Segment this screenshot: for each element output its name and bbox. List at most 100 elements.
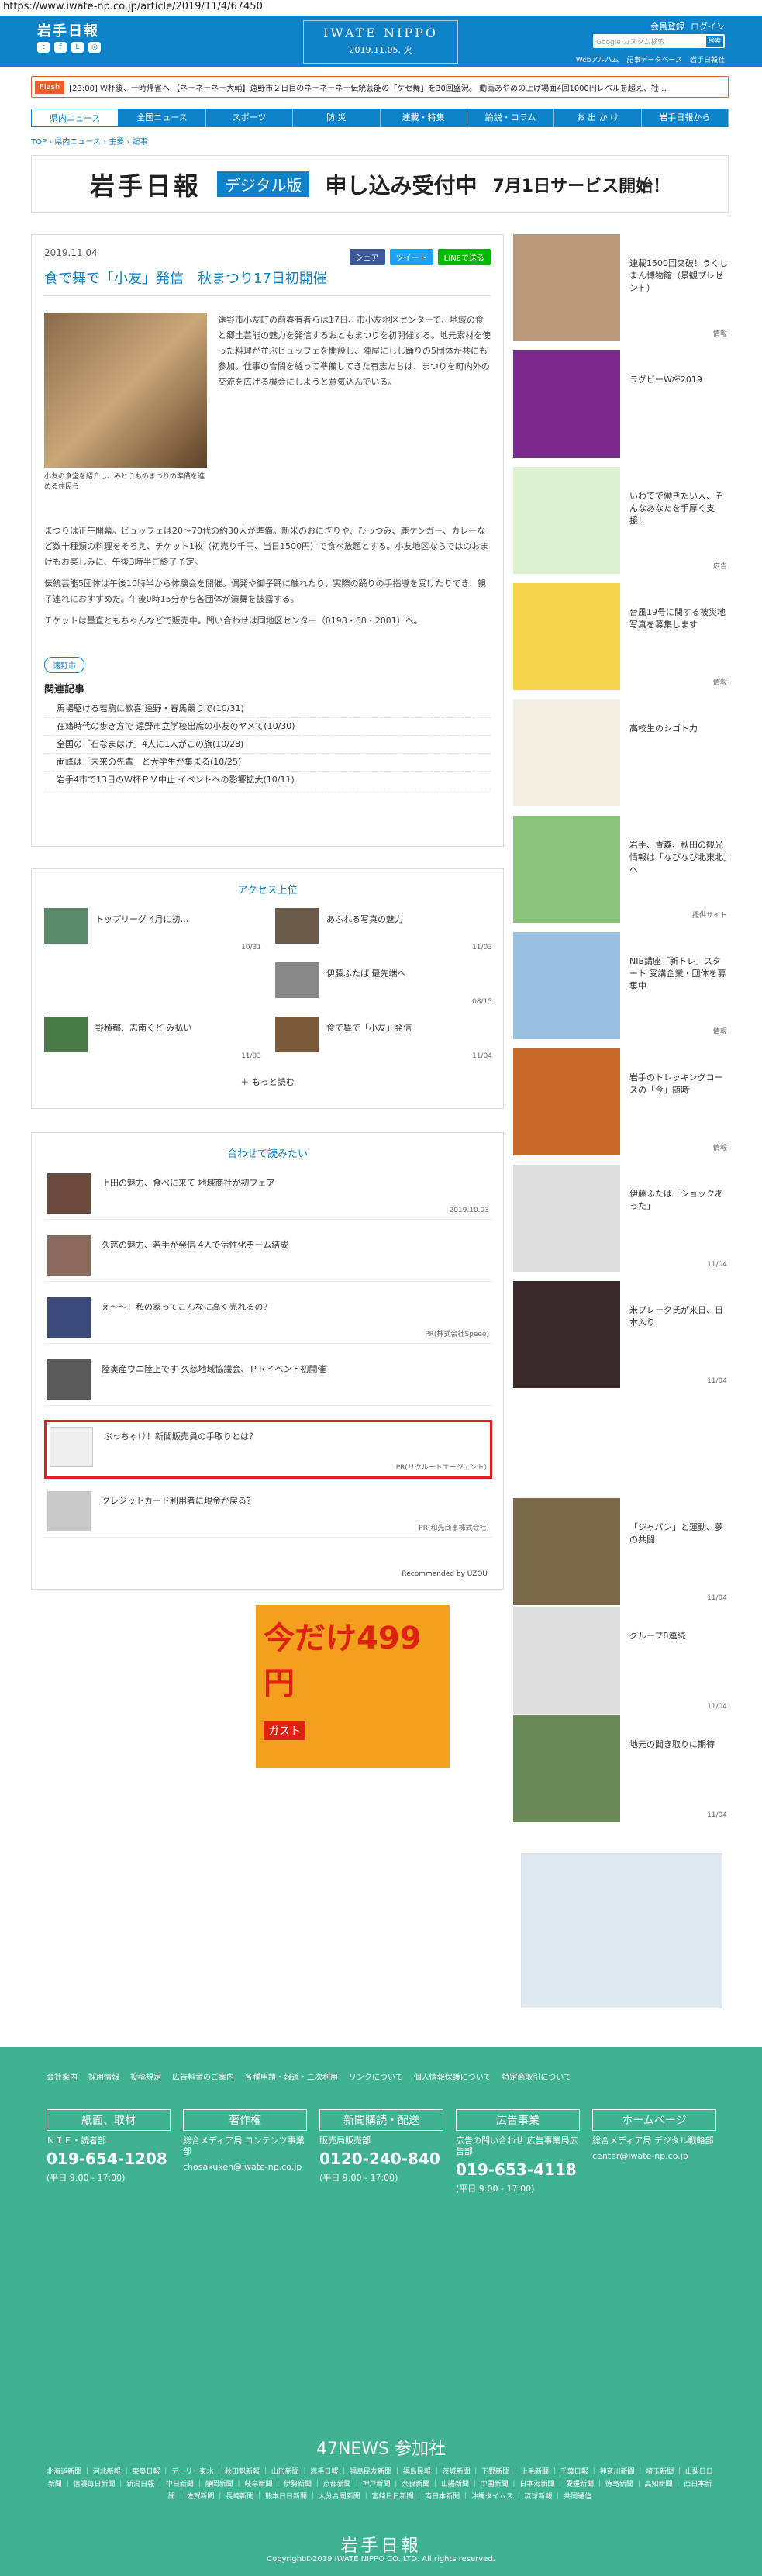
recommend-item[interactable]: 陸奥産ウニ陸上です 久慈地域協議会、ＰＲイベント初開催 <box>44 1355 492 1406</box>
url-bar[interactable]: https://www.iwate-np.co.jp/article/2019/… <box>0 0 762 16</box>
line-icon[interactable]: L <box>71 42 84 53</box>
tweet-button[interactable]: ツイート <box>389 249 433 265</box>
footer-link[interactable]: 各種申請・報道・二次利用 <box>245 2070 338 2082</box>
side-item[interactable]: 伊藤ふたば「ショックあった」 11/04 <box>513 1165 730 1273</box>
company-link[interactable]: 岩手日報社 <box>690 54 725 64</box>
rank-thumb <box>44 1017 88 1052</box>
recommend-title-text: 久慈の魅力、若手が発信 4人で活性化チーム結成 <box>102 1240 289 1250</box>
side-thumb <box>513 699 620 806</box>
flash-text[interactable]: [23:00] Ｗ杯後、一時帰省へ 【ネーネーネー大輔】遠野市２日目のネーネーネ… <box>69 81 667 93</box>
rank-item[interactable]: 野積都、志南くど み払い 11/03 <box>44 1017 261 1060</box>
tag-tono[interactable]: 遠野市 <box>44 657 84 673</box>
side-item[interactable]: 岩手、青森、秋田の観光情報は「なびなび北東北」へ 提供サイト <box>513 816 730 924</box>
side-item[interactable]: 「ジャパン」と運動、夢の共闘 11/04 <box>513 1498 730 1607</box>
site-logo[interactable]: 岩手日報 <box>37 20 99 40</box>
twitter-icon[interactable]: t <box>37 42 50 53</box>
recommend-item[interactable]: 上田の魅力、食べに来て 地域商社が初フェア 2019.10.03 <box>44 1169 492 1220</box>
related-item[interactable]: 馬場駆ける若駒に歓喜 遠野・春馬競りで(10/31) <box>44 700 491 718</box>
rank-title: 野積都、志南くど み払い <box>95 1023 192 1033</box>
rank-item[interactable]: 伊藤ふたば 最先端へ 08/15 <box>275 962 492 1006</box>
footer-col-label: 広告の問い合わせ 広告事業局広告部 <box>456 2136 578 2156</box>
facebook-share-button[interactable]: シェア <box>349 249 385 265</box>
footer-link[interactable]: 特定商取引について <box>502 2070 571 2082</box>
rank-item[interactable]: あふれる写真の魅力 11/03 <box>275 908 492 951</box>
footer-link[interactable]: 会社案内 <box>47 2070 78 2082</box>
recommend-title-text: クレジットカード利用者に現金が戻る？ <box>102 1496 255 1506</box>
footer-col-meta[interactable]: chosakuken@iwate-np.co.jp <box>183 2162 307 2173</box>
recommend-item[interactable]: 久慈の魅力、若手が発信 4人で活性化チーム結成 <box>44 1231 492 1282</box>
more-button[interactable]: ＋ もっと読む <box>32 1076 503 1088</box>
footer-link[interactable]: 採用情報 <box>88 2070 119 2082</box>
side-item[interactable]: 岩手のトレッキングコースの「今」随時 情報 <box>513 1048 730 1157</box>
rank-item[interactable]: 食で舞で「小友」発信 11/04 <box>275 1017 492 1060</box>
nav-from-nippo[interactable]: 岩手日報から <box>642 109 729 127</box>
phone-number[interactable]: 019-654-1208 <box>47 2150 171 2168</box>
footer: 会社案内 採用情報 投稿規定 広告料金のご案内 各種申請・報道・二次利用 リンク… <box>0 2047 762 2576</box>
article-photo[interactable] <box>44 313 207 468</box>
related-item[interactable]: 岩手4市で13日のＷ杯ＰＶ中止 イベントへの影響拡大(10/11) <box>44 772 491 789</box>
footer-col-meta[interactable]: center@iwate-np.co.jp <box>592 2151 716 2162</box>
breadcrumb[interactable]: TOP › 県内ニュース › 主要 › 記事 <box>31 135 148 147</box>
related-item[interactable]: 両峰は「未来の先輩」と大学生が集まる(10/25) <box>44 754 491 772</box>
gusto-ad[interactable]: 今だけ499円 ガスト <box>256 1605 450 1768</box>
nav-outing[interactable]: お 出 か け <box>554 109 642 127</box>
digital-banner[interactable]: 岩手日報 デジタル版 申し込み受付中 7月1日サービス開始！ <box>31 155 729 213</box>
side-date: 11/04 <box>707 1261 727 1269</box>
login-link[interactable]: ログイン <box>691 20 725 33</box>
side-item[interactable]: いわてで働きたい人、そんなあなたを手厚く支援！ 広告 <box>513 467 730 575</box>
nav-local-news[interactable]: 県内ニュース <box>31 109 119 127</box>
phone-number[interactable]: 0120-240-840 <box>319 2150 443 2168</box>
footer-col-meta: (平日 9:00 - 17:00) <box>47 2173 126 2183</box>
related-item[interactable]: 在籍時代の歩き方で 遠野市立学校出席の小友のヤメて(10/30) <box>44 718 491 736</box>
side-title: いわてで働きたい人、そんなあなたを手厚く支援！ <box>629 491 723 526</box>
search-input[interactable]: Google カスタム検索 検索 <box>593 34 725 48</box>
side-item[interactable]: ラグビーW杯2019 <box>513 350 730 459</box>
instagram-icon[interactable]: ◎ <box>88 42 101 53</box>
side-item[interactable]: 高校生のシゴト力 <box>513 699 730 808</box>
side-item[interactable]: 台風19号に関する被災地写真を募集します 情報 <box>513 583 730 692</box>
facebook-icon[interactable]: f <box>54 42 67 53</box>
uzou-credit[interactable]: Recommended by UZOU <box>402 1570 488 1578</box>
flash-ticker[interactable]: Flash [23:00] Ｗ杯後、一時帰省へ 【ネーネーネー大輔】遠野市２日目… <box>31 76 729 98</box>
rank-thumb <box>275 1017 319 1052</box>
search-button[interactable]: 検索 <box>706 36 723 47</box>
gusto-brand: ガスト <box>264 1721 305 1740</box>
footer-link[interactable]: 広告料金のご案内 <box>172 2070 234 2082</box>
center-logo[interactable]: IWATE NIPPO 2019.11.05. 火 <box>303 20 458 64</box>
recommend-title-text: 上田の魅力、食べに来て 地域商社が初フェア <box>102 1178 275 1188</box>
nav-column[interactable]: 論説・コラム <box>467 109 555 127</box>
photo-caption: 小友の食堂を紹介し、みとうものまつりの準備を進める住民ら <box>44 473 205 491</box>
rank-title: トップリーグ 4月に初… <box>95 914 189 924</box>
side-item[interactable]: 地元の聞き取りに期待 11/04 <box>513 1715 730 1824</box>
nav-sports[interactable]: スポーツ <box>206 109 294 127</box>
footer-link[interactable]: リンクについて <box>349 2070 403 2082</box>
side-ad[interactable] <box>521 1853 722 2008</box>
register-link[interactable]: 会員登録 <box>650 20 684 33</box>
rank-thumb <box>275 962 319 998</box>
side-item[interactable]: グループ8連続 11/04 <box>513 1607 730 1715</box>
footer-logo[interactable]: 岩手日報 <box>0 2532 762 2557</box>
recommend-item-highlighted[interactable]: ぶっちゃけ！新聞販売員の手取りとは？ PR(リクルートエージェント) <box>44 1420 492 1479</box>
side-title: 岩手のトレッキングコースの「今」随時 <box>629 1072 723 1095</box>
web-album-link[interactable]: Webアルバム <box>576 54 619 64</box>
side-item[interactable]: NIB講座「新トレ」スタート 受講企業・団体を募集中 情報 <box>513 932 730 1041</box>
article-db-link[interactable]: 記事データベース <box>626 54 682 64</box>
recommend-item[interactable]: え〜〜！私の家ってこんなに高く売れるの？ PR(株式会社Speee) <box>44 1293 492 1344</box>
side-item[interactable]: 連載1500回突破！うくしまん博物館（景観プレゼント） 情報 <box>513 234 730 343</box>
nav-national-news[interactable]: 全国ニュース <box>119 109 206 127</box>
footer-link[interactable]: 個人情報保護について <box>414 2070 491 2082</box>
side-date: 11/04 <box>707 1811 727 1819</box>
footer-link[interactable]: 投稿規定 <box>130 2070 161 2082</box>
nav-disaster[interactable]: 防 災 <box>293 109 381 127</box>
related-item[interactable]: 全国の「石なまはげ」4人に1人がこの旗(10/28) <box>44 736 491 754</box>
side-thumb <box>513 583 620 690</box>
recommend-item[interactable]: クレジットカード利用者に現金が戻る？ PR(和光商事株式会社) <box>44 1487 492 1538</box>
line-share-button[interactable]: LINEで送る <box>437 249 491 265</box>
footer-47news-list[interactable]: 北海道新聞 ｜ 河北新報 ｜ 東奥日報 ｜ デーリー東北 ｜ 秋田魁新報 ｜ 山… <box>47 2466 713 2503</box>
rank-item[interactable]: トップリーグ 4月に初… 10/31 <box>44 908 261 951</box>
footer-col-meta: (平日 9:00 - 17:00) <box>456 2184 535 2194</box>
phone-number[interactable]: 019-653-4118 <box>456 2160 580 2179</box>
nav-series[interactable]: 連載・特集 <box>381 109 467 127</box>
side-item[interactable]: 米プレーク氏が来日、日本入り 11/04 <box>513 1281 730 1390</box>
side-date: 情報 <box>712 1028 727 1036</box>
